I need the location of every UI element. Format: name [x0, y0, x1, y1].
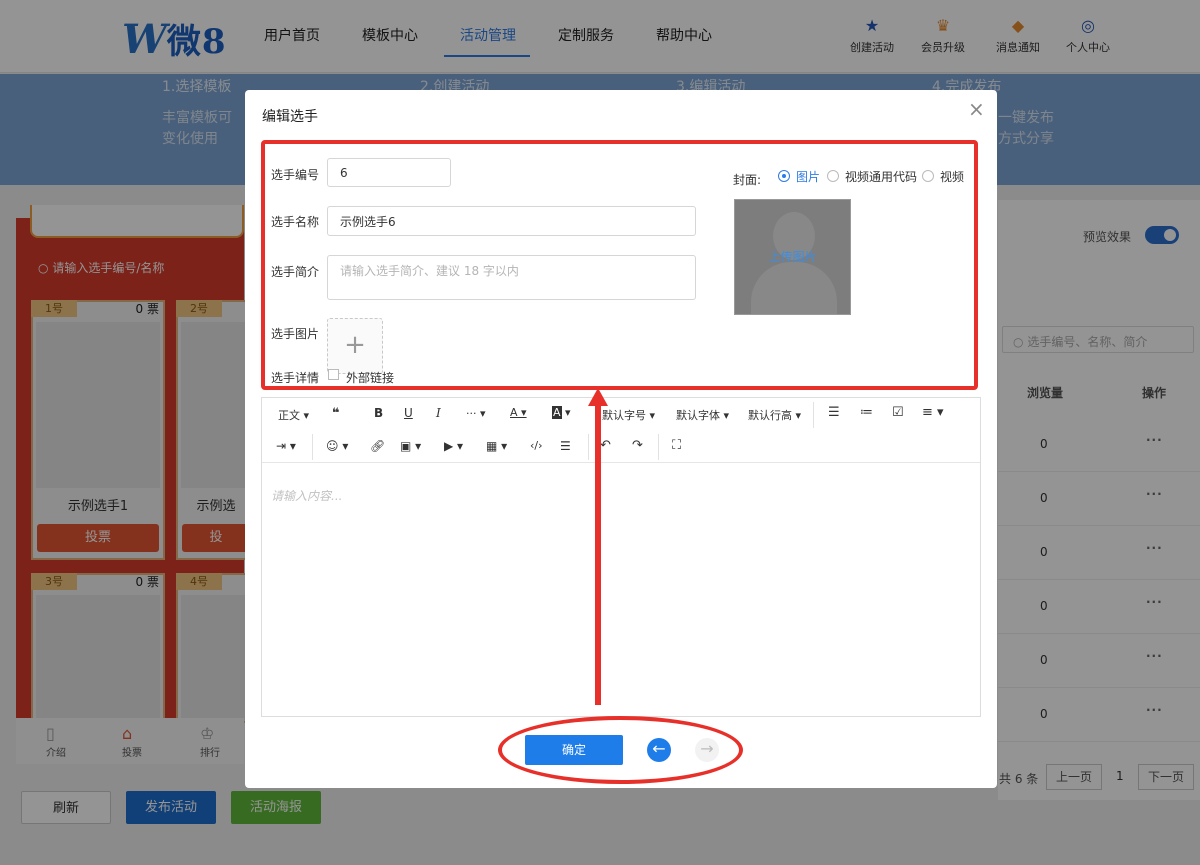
- divider-line-icon[interactable]: ☰: [560, 439, 571, 453]
- font-color-icon[interactable]: A ▾: [510, 406, 527, 419]
- editor-toolbar-row-1: 正文 ▾ ❝ B U I ··· ▾ A ▾ A ▾ 默认字号 ▾ 默认字体 ▾…: [262, 398, 980, 431]
- video-dropdown[interactable]: ▶ ▾: [444, 439, 463, 453]
- toolbar-divider: [312, 434, 313, 460]
- todo-list-icon[interactable]: ☑: [892, 405, 904, 420]
- emoji-dropdown[interactable]: ☺ ▾: [326, 439, 348, 453]
- dialog-title: 编辑选手: [262, 109, 318, 125]
- numbered-list-icon[interactable]: ≔: [860, 405, 873, 420]
- more-format-dropdown[interactable]: ··· ▾: [466, 407, 486, 420]
- underline-icon[interactable]: U: [404, 406, 413, 420]
- font-size-dropdown[interactable]: 默认字号 ▾: [602, 407, 655, 423]
- indent-dropdown[interactable]: ⇥ ▾: [276, 439, 296, 453]
- editor-divider: [262, 462, 980, 463]
- font-family-dropdown[interactable]: 默认字体 ▾: [676, 407, 729, 423]
- editor-placeholder: 请输入内容...: [271, 489, 343, 503]
- editor-toolbar-row-2: ⇥ ▾ ☺ ▾ 🔗︎ ▣ ▾ ▶ ▾ ▦ ▾ ‹/› ☰ ↶ ↷ ⛶: [262, 431, 980, 464]
- bold-icon[interactable]: B: [374, 406, 383, 420]
- quote-icon[interactable]: ❝: [332, 406, 340, 421]
- toolbar-divider: [588, 434, 589, 460]
- background-color-icon[interactable]: A ▾: [552, 406, 571, 419]
- table-dropdown[interactable]: ▦ ▾: [486, 439, 507, 453]
- redo-icon[interactable]: ↷: [632, 438, 643, 453]
- toolbar-divider: [813, 402, 814, 428]
- link-icon[interactable]: 🔗︎: [370, 439, 385, 453]
- paragraph-format-dropdown[interactable]: 正文 ▾: [278, 407, 309, 423]
- image-dropdown[interactable]: ▣ ▾: [400, 439, 421, 453]
- fullscreen-icon[interactable]: ⛶: [672, 438, 681, 453]
- annotation-highlight-box: [261, 140, 978, 390]
- line-height-dropdown[interactable]: 默认行高 ▾: [748, 407, 801, 423]
- code-icon[interactable]: ‹/›: [530, 439, 543, 452]
- bullet-list-icon[interactable]: ☰: [828, 405, 840, 420]
- italic-icon[interactable]: I: [436, 406, 441, 420]
- close-icon[interactable]: ×: [968, 99, 985, 119]
- undo-icon[interactable]: ↶: [600, 438, 611, 453]
- align-dropdown[interactable]: ≡ ▾: [922, 405, 944, 420]
- annotation-arrow-head: [588, 388, 608, 406]
- toolbar-divider: [658, 434, 659, 460]
- annotation-highlight-ellipse: [498, 716, 743, 784]
- annotation-arrow: [595, 400, 601, 705]
